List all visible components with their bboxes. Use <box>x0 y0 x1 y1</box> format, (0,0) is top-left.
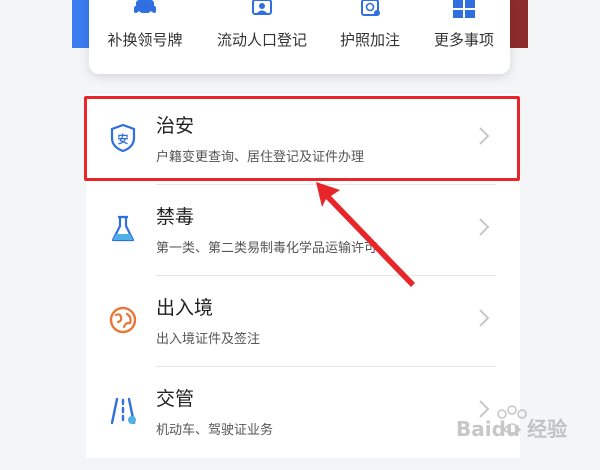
service-item-drug-control[interactable]: 禁毒 第一类、第二类易制毒化学品运输许可 <box>86 185 520 276</box>
flask-icon <box>111 215 135 242</box>
chevron-right-icon <box>479 400 490 418</box>
service-item-exit-entry[interactable]: 出入境 出入境证件及签注 <box>86 276 520 367</box>
quick-action-label: 补换领号牌 <box>107 31 183 49</box>
shield-an-icon: 安 <box>110 123 136 153</box>
quick-action-label: 流动人口登记 <box>216 31 307 49</box>
quick-action-replace-plate[interactable]: 补换领号牌 <box>97 0 193 64</box>
passport-icon <box>361 0 380 16</box>
service-subtitle: 户籍变更查询、居住登记及证件办理 <box>156 150 365 165</box>
quick-action-passport-endorsement[interactable]: 护照加注 <box>327 0 413 64</box>
service-subtitle: 出入境证件及签注 <box>156 332 261 347</box>
globe-icon <box>109 306 137 334</box>
chevron-right-icon <box>479 218 490 236</box>
shield-an-char: 安 <box>118 132 129 146</box>
road-icon <box>110 397 136 425</box>
quick-action-label: 护照加注 <box>339 31 400 49</box>
car-icon <box>134 0 156 17</box>
service-title: 治安 <box>156 115 195 137</box>
service-subtitle: 机动车、驾驶证业务 <box>156 423 274 438</box>
quick-action-floating-population[interactable]: 流动人口登记 <box>207 0 317 64</box>
service-subtitle: 第一类、第二类易制毒化学品运输许可 <box>156 241 378 256</box>
chevron-right-icon <box>479 127 490 145</box>
quick-action-label: 更多事项 <box>433 31 494 49</box>
grid-icon <box>453 0 475 18</box>
quick-actions-card: 补换领号牌 流动人口登记 护照加注 更多事项 <box>89 0 510 74</box>
service-title: 出入境 <box>156 297 214 319</box>
service-list: 安 治安 户籍变更查询、居住登记及证件办理 禁毒 第一类、第二类易制毒化学品运输… <box>86 94 520 458</box>
service-item-public-security[interactable]: 安 治安 户籍变更查询、居住登记及证件办理 <box>86 94 520 185</box>
service-title: 交管 <box>156 388 195 410</box>
chevron-right-icon <box>479 309 490 327</box>
app-screen: 补换领号牌 流动人口登记 护照加注 更多事项 安 治安 户籍变更查询、居住登记及… <box>0 0 600 470</box>
service-title: 禁毒 <box>156 206 195 228</box>
quick-action-more[interactable]: 更多事项 <box>421 0 507 64</box>
service-item-traffic[interactable]: 交管 机动车、驾驶证业务 <box>86 367 520 458</box>
id-card-icon <box>252 0 272 15</box>
